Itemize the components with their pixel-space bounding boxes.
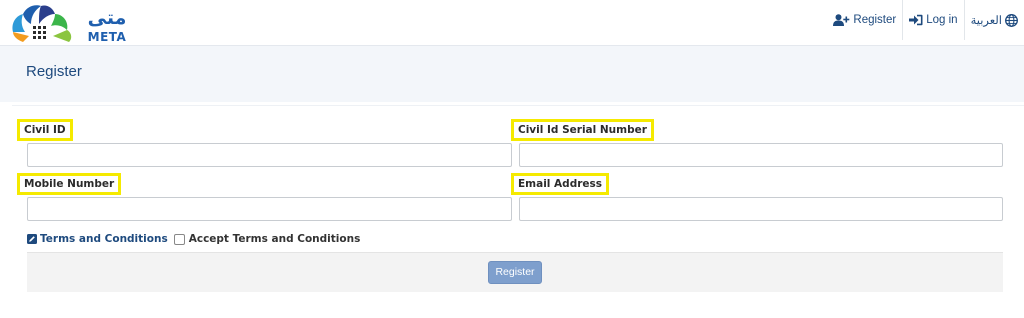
accept-terms-label[interactable]: Accept Terms and Conditions <box>189 233 361 245</box>
top-navbar: متى META Register Log in العربية <box>0 0 1024 46</box>
register-link[interactable]: Register <box>827 0 904 40</box>
logo-arabic-text: متى <box>88 7 127 29</box>
sign-in-icon <box>909 14 923 26</box>
language-label: العربية <box>970 15 1002 27</box>
civil-id-input[interactable] <box>27 143 512 167</box>
globe-icon <box>1005 13 1018 27</box>
mobile-number-label: Mobile Number <box>17 173 122 195</box>
terms-and-conditions-link[interactable]: Terms and Conditions <box>27 233 168 245</box>
logo-latin-text: META <box>88 30 127 44</box>
accept-terms-checkbox[interactable] <box>173 233 185 245</box>
user-plus-icon <box>833 14 850 26</box>
civil-id-label: Civil ID <box>17 119 73 141</box>
mobile-number-input[interactable] <box>27 197 512 221</box>
email-address-input[interactable] <box>519 197 1003 221</box>
meta-logo[interactable]: متى META <box>9 2 139 44</box>
terms-link-label: Terms and Conditions <box>40 233 168 245</box>
form-action-bar: Register <box>27 252 1003 292</box>
terms-row: Terms and Conditions Accept Terms and Co… <box>27 232 360 246</box>
civil-id-serial-input[interactable] <box>519 143 1003 167</box>
login-link-label: Log in <box>926 14 958 26</box>
email-address-label: Email Address <box>511 173 610 195</box>
page-header-band <box>0 46 1024 102</box>
page-title: Register <box>26 63 82 80</box>
login-link[interactable]: Log in <box>903 0 965 40</box>
civil-id-serial-label: Civil Id Serial Number <box>511 119 654 141</box>
register-link-label: Register <box>853 14 897 26</box>
edit-icon <box>27 234 37 244</box>
register-submit-button[interactable]: Register <box>488 261 542 284</box>
language-toggle[interactable]: العربية <box>965 0 1024 40</box>
meta-logo-graphic: متى META <box>12 5 127 44</box>
navbar-links: Register Log in العربية <box>827 0 1024 40</box>
